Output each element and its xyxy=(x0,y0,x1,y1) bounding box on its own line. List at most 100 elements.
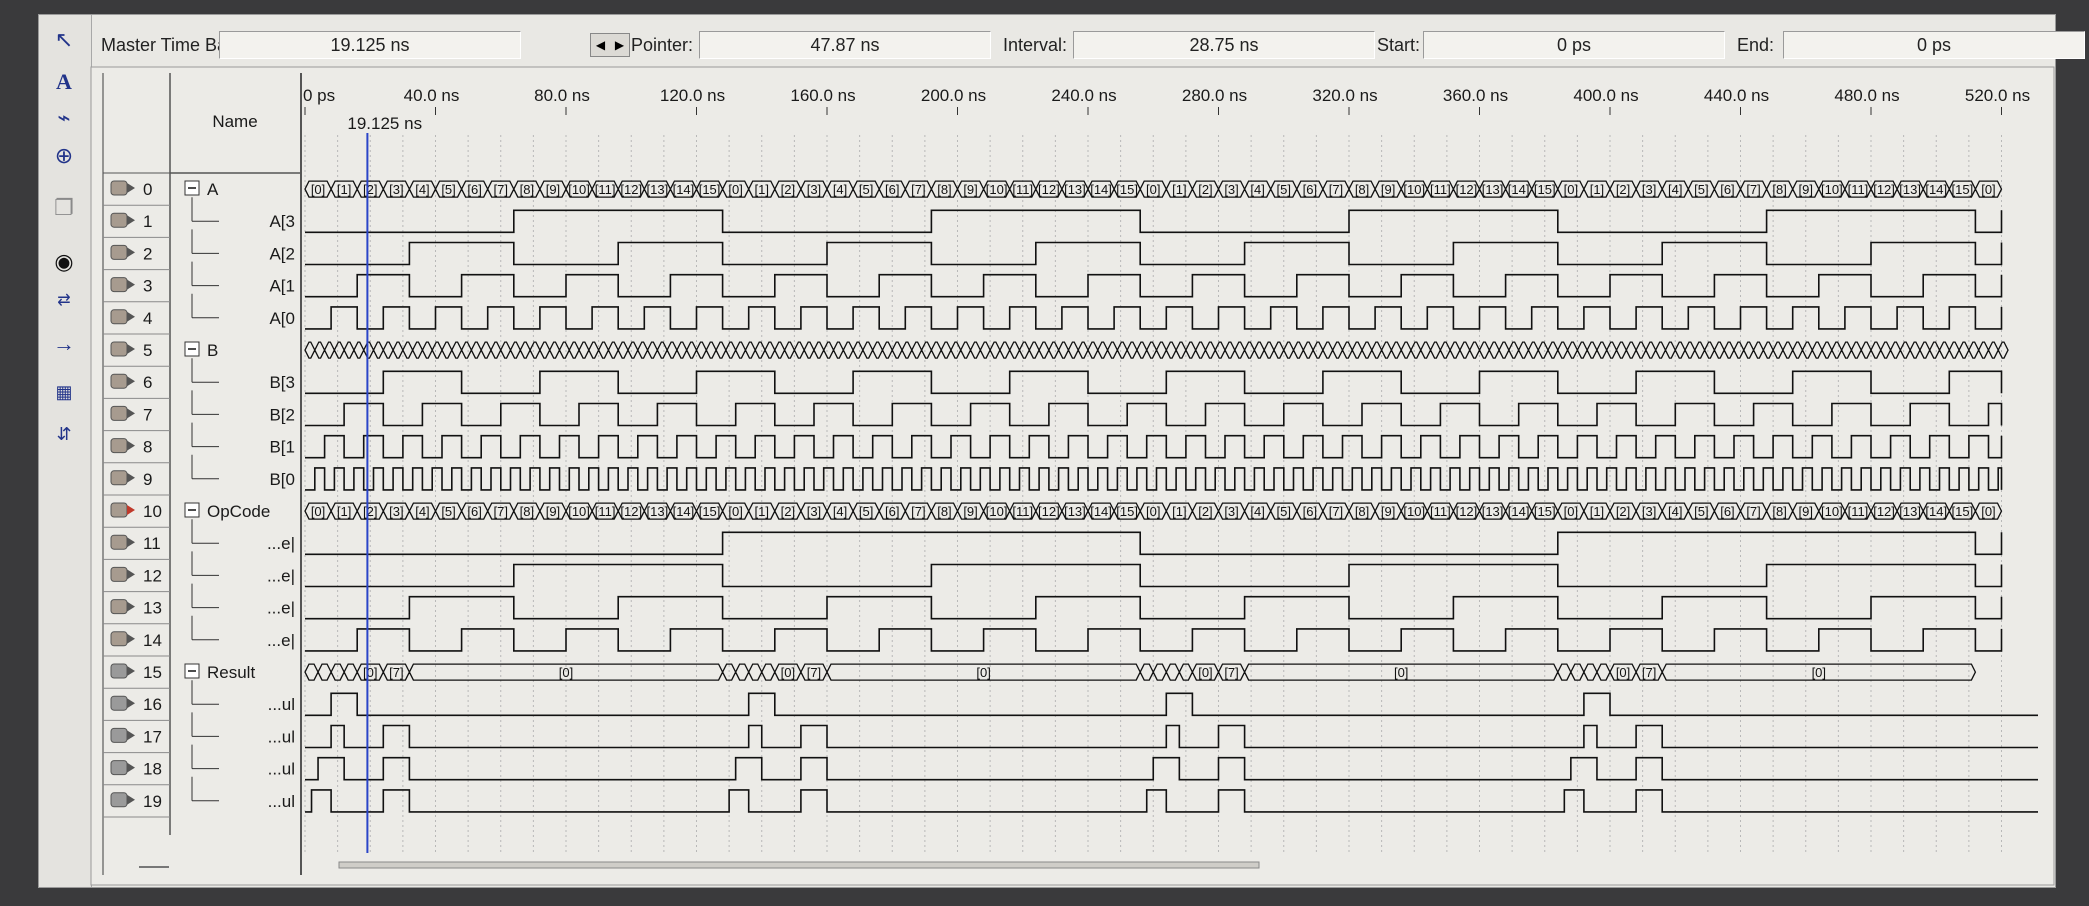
signal-name[interactable]: ...ul xyxy=(268,792,295,811)
signal-name[interactable]: B[0 xyxy=(269,470,295,489)
bus-value-label: [5] xyxy=(1694,182,1708,197)
signal-index: 0 xyxy=(143,180,152,199)
bus-value-label: [0] xyxy=(363,665,377,680)
bus-value-label: [14] xyxy=(1090,504,1112,519)
bus-value-label: [0] xyxy=(559,665,573,680)
bus-value-label: [0] xyxy=(1564,504,1578,519)
bus-value-label: [4] xyxy=(833,504,847,519)
bus-value-label: [7] xyxy=(911,504,925,519)
signal-index: 13 xyxy=(143,599,162,618)
signal-name[interactable]: ...ul xyxy=(268,695,295,714)
output-pin-icon xyxy=(110,792,128,808)
bus-value-label: [1] xyxy=(755,182,769,197)
bus-value-label: [14] xyxy=(1508,504,1530,519)
time-tick-label: 400.0 ns xyxy=(1573,86,1638,105)
input-pin-icon xyxy=(110,631,128,647)
signal-index: 5 xyxy=(143,341,152,360)
signal-index: 6 xyxy=(143,373,152,392)
bus-value-label: [7] xyxy=(1224,665,1238,680)
signal-name[interactable]: B[1 xyxy=(269,438,295,457)
waveform-panel: Name0 ps 40.0 ns 80.0 ns 120.0 ns 160.0 ns 20… xyxy=(90,66,2055,886)
bus-value-label: [9] xyxy=(1799,504,1813,519)
bus-value-label: [1] xyxy=(1590,504,1604,519)
bus-value-label: [10] xyxy=(568,182,590,197)
bus-value-label: [15] xyxy=(1534,504,1556,519)
signal-name[interactable]: A[2 xyxy=(269,244,295,263)
bus-value-label: [8] xyxy=(937,504,951,519)
bus-value-label: [11] xyxy=(1012,504,1033,519)
bus-value-label: [3] xyxy=(389,182,403,197)
signal-index: 19 xyxy=(143,792,162,811)
output-pin-icon xyxy=(110,760,128,776)
bus-value-label: [8] xyxy=(1772,504,1786,519)
bus-value-label: [6] xyxy=(1720,182,1734,197)
bus-value-label: [0] xyxy=(311,504,325,519)
time-tick-label: 0 ps xyxy=(303,86,335,105)
input-pin-icon xyxy=(110,373,128,389)
bus-value-label: [5] xyxy=(1277,182,1291,197)
bus-value-label: [0] xyxy=(1198,665,1212,680)
input-pin-icon xyxy=(110,438,128,454)
signal-name[interactable]: ...e| xyxy=(267,566,295,585)
signal-name[interactable]: A[0 xyxy=(269,309,295,328)
time-tick-label: 200.0 ns xyxy=(921,86,986,105)
input-pin-icon xyxy=(110,470,128,486)
signal-index: 8 xyxy=(143,438,152,457)
bus-value-label: [0] xyxy=(1394,665,1408,680)
signal-name[interactable]: ...e| xyxy=(267,631,295,650)
horizontal-scrollbar-thumb[interactable] xyxy=(338,861,1260,869)
signal-name[interactable]: Result xyxy=(207,663,255,682)
bus-value-label: [6] xyxy=(885,504,899,519)
bus-value-label: [14] xyxy=(1090,182,1112,197)
bus-value-label: [5] xyxy=(1694,504,1708,519)
bus-value-label: [9] xyxy=(1381,504,1395,519)
signal-name[interactable]: A[1 xyxy=(269,277,295,296)
bus-value-label: [2] xyxy=(1198,504,1212,519)
time-tick-label: 80.0 ns xyxy=(534,86,590,105)
signal-name[interactable]: B[2 xyxy=(269,405,295,424)
signal-name[interactable]: B[3 xyxy=(269,373,295,392)
bus-value-label: [10] xyxy=(1821,182,1843,197)
signal-index: 4 xyxy=(143,309,152,328)
input-pin-icon xyxy=(110,212,128,228)
signal-name[interactable]: ...ul xyxy=(268,727,295,746)
input-pin-icon xyxy=(110,502,128,518)
bus-value-label: [8] xyxy=(520,504,534,519)
bus-value-label: [14] xyxy=(1925,182,1947,197)
bus-value-label: [2] xyxy=(363,182,377,197)
input-pin-icon xyxy=(110,599,128,615)
bus-value-label: [11] xyxy=(1430,182,1451,197)
bus-value-label: [14] xyxy=(1508,182,1530,197)
bus-value-label: [12] xyxy=(620,182,642,197)
bus-value-label: [4] xyxy=(1668,504,1682,519)
signal-index: 15 xyxy=(143,663,162,682)
bus-value-label: [5] xyxy=(441,182,455,197)
input-pin-icon xyxy=(110,277,128,293)
bus-value-label: [11] xyxy=(595,182,616,197)
bus-value-label: [1] xyxy=(755,504,769,519)
signal-index: 11 xyxy=(143,534,161,553)
time-tick-label: 120.0 ns xyxy=(660,86,725,105)
output-pin-icon xyxy=(110,727,128,743)
signal-name[interactable]: ...e| xyxy=(267,599,295,618)
bus-value-label: [13] xyxy=(1482,182,1504,197)
bus-value-label: [0] xyxy=(1981,182,1995,197)
bus-value-label: [10] xyxy=(568,504,590,519)
signal-index: 2 xyxy=(143,244,152,263)
bus-value-label: [4] xyxy=(1668,182,1682,197)
bus-value-label: [15] xyxy=(1534,182,1556,197)
bus-value-label: [1] xyxy=(337,182,351,197)
signal-name[interactable]: B xyxy=(207,341,218,360)
signal-index: 17 xyxy=(143,727,162,746)
signal-name[interactable]: A xyxy=(207,180,219,199)
bus-value-label: [7] xyxy=(807,665,821,680)
signal-name[interactable]: ...e| xyxy=(267,534,295,553)
bus-value-label: [4] xyxy=(415,504,429,519)
signal-name[interactable]: OpCode xyxy=(207,502,270,521)
signal-name[interactable]: ...ul xyxy=(268,760,295,779)
bus-value-label: [3] xyxy=(389,504,403,519)
bus-value-label: [10] xyxy=(1403,504,1425,519)
output-pin-icon xyxy=(110,663,128,679)
signal-name[interactable]: A[3 xyxy=(269,212,295,231)
bus-value-label: [3] xyxy=(1224,504,1238,519)
